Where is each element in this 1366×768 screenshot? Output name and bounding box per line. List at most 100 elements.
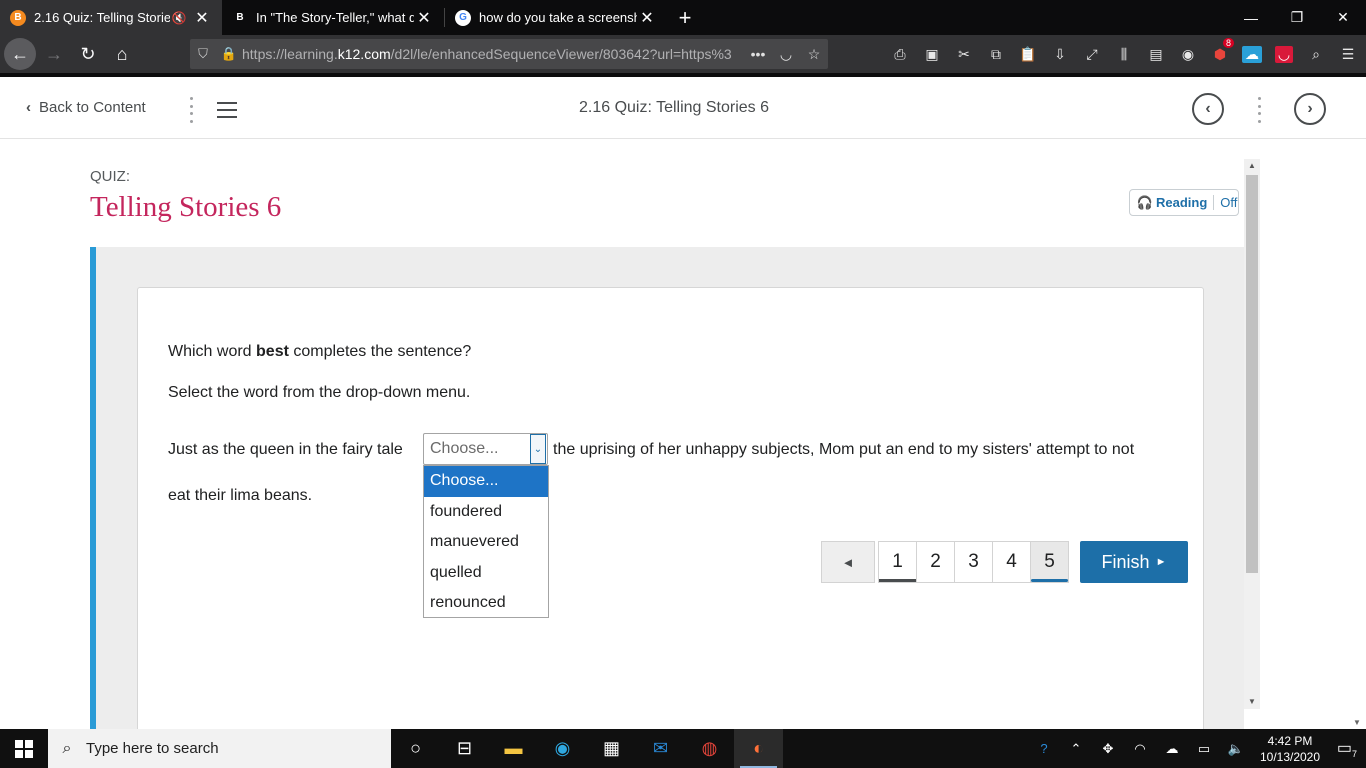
copy-icon[interactable]: ⧉ <box>980 35 1012 73</box>
dropdown-option[interactable]: renounced <box>424 588 548 619</box>
chevron-down-icon[interactable]: ⌄ <box>530 434 546 464</box>
mute-icon[interactable]: 🔇 <box>170 11 188 25</box>
start-button[interactable] <box>0 729 48 768</box>
scrollbar-thumb[interactable] <box>1246 175 1258 573</box>
close-icon[interactable]: ✕ <box>414 8 434 28</box>
lock-icon[interactable]: 🔒 <box>216 46 242 62</box>
page-button-2[interactable]: 2 <box>916 541 955 583</box>
clock[interactable]: 4:42 PM 10/13/2020 <box>1252 733 1328 765</box>
chrome-icon[interactable]: ◍ <box>685 729 734 768</box>
page-actions-icon[interactable]: ••• <box>744 46 772 62</box>
bookmark-star-icon[interactable]: ☆ <box>800 46 828 63</box>
reload-icon[interactable]: ↻ <box>72 38 104 70</box>
ublock-extension-icon[interactable]: ⬢ 8 <box>1204 35 1236 73</box>
content-scrollbar[interactable]: ▲ ▼ <box>1244 159 1260 709</box>
scroll-down-icon[interactable]: ▼ <box>1353 718 1361 727</box>
pocket-extension-icon[interactable]: ◡ <box>1268 35 1300 73</box>
restore-button[interactable]: ❐ <box>1274 0 1320 35</box>
battery-icon[interactable]: ▭ <box>1188 741 1220 757</box>
question-instruction: Select the word from the drop-down menu. <box>168 384 471 401</box>
help-icon[interactable]: ? <box>1028 741 1060 756</box>
mail-icon[interactable]: ✉ <box>636 729 685 768</box>
question-card: Which word best completes the sentence? … <box>137 287 1204 729</box>
cortana-icon[interactable]: ○ <box>391 729 440 768</box>
search-icon[interactable]: ⌕ <box>1300 35 1332 73</box>
shield-icon[interactable]: ⛉ <box>190 46 216 62</box>
wifi-icon[interactable]: ◠ <box>1124 741 1156 757</box>
pocket-icon[interactable]: ◡ <box>772 46 800 63</box>
reading-label: Reading <box>1156 195 1208 210</box>
browser-tab[interactable]: B 2.16 Quiz: Telling Stories 6 🔇 ✕ <box>0 0 222 35</box>
page-button-1[interactable]: 1 <box>878 541 917 583</box>
reading-toggle-button[interactable]: 🎧 Reading Off <box>1129 189 1239 216</box>
chevron-up-icon[interactable]: ⌃ <box>1060 741 1092 757</box>
quiz-title: Telling Stories 6 <box>90 191 282 223</box>
extension-badge: 8 <box>1222 38 1234 48</box>
file-explorer-icon[interactable]: ▬ <box>489 729 538 768</box>
dropdown-value: Choose... <box>430 440 499 457</box>
chevron-left-icon: ‹ <box>1205 100 1211 117</box>
question-prompt: Which word best completes the sentence? <box>168 343 472 360</box>
tab-title: In "The Story-Teller," what doe <box>256 10 414 25</box>
next-topic-button[interactable]: › <box>1294 93 1326 125</box>
screenshot-icon[interactable]: ▣ <box>916 35 948 73</box>
scroll-up-icon[interactable]: ▲ <box>1244 159 1260 173</box>
onedrive-icon[interactable]: ☁ <box>1156 741 1188 757</box>
dropbox-icon[interactable]: ✥ <box>1092 741 1124 757</box>
quiz-kicker: QUIZ: <box>90 168 130 185</box>
search-placeholder: Type here to search <box>86 740 219 757</box>
previous-page-button[interactable]: ◄ <box>821 541 875 583</box>
finish-button[interactable]: Finish ► <box>1080 541 1188 583</box>
page-button-3[interactable]: 3 <box>954 541 993 583</box>
library-icon[interactable]: ⫼ <box>1108 35 1140 73</box>
save-icon[interactable]: ⇩ <box>1044 35 1076 73</box>
cut-icon[interactable]: ✂ <box>948 35 980 73</box>
minimize-button[interactable]: — <box>1228 0 1274 35</box>
window-close-button[interactable]: ✕ <box>1320 0 1366 35</box>
store-icon[interactable]: ▦ <box>587 729 636 768</box>
browser-tab-strip: B 2.16 Quiz: Telling Stories 6 🔇 ✕ B In … <box>0 0 1366 35</box>
question-panel: Which word best completes the sentence? … <box>90 247 1244 729</box>
cloud-extension-icon[interactable]: ☁ <box>1236 35 1268 73</box>
system-tray: ? ⌃ ✥ ◠ ☁ ▭ 🔈 4:42 PM 10/13/2020 ▭7 <box>1028 729 1366 768</box>
sentence-part-before: Just as the queen in the fairy tale <box>168 441 403 458</box>
toolbar-icons: ⎙ ▣ ✂ ⧉ 📋 ⇩ ⤢ ⫼ ▤ ◉ ⬢ 8 ☁ ◡ ⌕ ☰ <box>884 35 1364 73</box>
browser-tab[interactable]: G how do you take a screenshot ✕ <box>445 0 667 35</box>
browser-tab[interactable]: B In "The Story-Teller," what doe ✕ <box>222 0 444 35</box>
page-button-4[interactable]: 4 <box>992 541 1031 583</box>
dropdown-option[interactable]: foundered <box>424 497 548 528</box>
dropdown-option[interactable]: Choose... <box>424 466 548 497</box>
windows-taskbar: ⌕ Type here to search ○ ⊟ ▬ ◉ ▦ ✉ ◍ ◐ ? … <box>0 729 1366 768</box>
clock-date: 10/13/2020 <box>1259 749 1321 764</box>
url-bar[interactable]: ⛉ 🔒 https://learning.k12.com/d2l/le/enha… <box>190 39 828 69</box>
question-pager: ◄ 1 2 3 4 5 <box>821 541 1069 583</box>
dropdown-option[interactable]: manuevered <box>424 527 548 558</box>
task-view-icon[interactable]: ⊟ <box>440 729 489 768</box>
firefox-icon[interactable]: ◐ <box>734 729 783 768</box>
page-scrollbar[interactable]: ▼ <box>1350 139 1366 729</box>
previous-topic-button[interactable]: ‹ <box>1192 93 1224 125</box>
page-button-5[interactable]: 5 <box>1030 541 1069 583</box>
course-header: ‹ Back to Content 2.16 Quiz: Telling Sto… <box>0 73 1366 139</box>
scroll-down-icon[interactable]: ▼ <box>1244 695 1260 709</box>
home-icon[interactable]: ⌂ <box>106 38 138 70</box>
back-arrow-icon[interactable]: ← <box>4 38 36 70</box>
fullscreen-icon[interactable]: ⤢ <box>1076 35 1108 73</box>
edge-icon[interactable]: ◉ <box>538 729 587 768</box>
volume-icon[interactable]: 🔈 <box>1220 741 1252 757</box>
new-tab-button[interactable]: + <box>667 0 703 35</box>
menu-icon[interactable]: ☰ <box>1332 35 1364 73</box>
taskbar-search-box[interactable]: ⌕ Type here to search <box>48 729 391 768</box>
forward-arrow-icon[interactable]: → <box>38 38 70 70</box>
dropdown-option[interactable]: quelled <box>424 558 548 589</box>
print-icon[interactable]: ⎙ <box>884 35 916 73</box>
notifications-icon[interactable]: ▭7 <box>1328 738 1366 759</box>
sidebar-icon[interactable]: ▤ <box>1140 35 1172 73</box>
word-dropdown[interactable]: Choose... ⌄ <box>423 433 548 465</box>
account-icon[interactable]: ◉ <box>1172 35 1204 73</box>
close-icon[interactable]: ✕ <box>192 8 212 28</box>
close-icon[interactable]: ✕ <box>637 8 657 28</box>
paste-icon[interactable]: 📋 <box>1012 35 1044 73</box>
url-text[interactable]: https://learning.k12.com/d2l/le/enhanced… <box>242 46 744 62</box>
content-area: QUIZ: Telling Stories 6 🎧 Reading Off Wh… <box>0 139 1366 729</box>
